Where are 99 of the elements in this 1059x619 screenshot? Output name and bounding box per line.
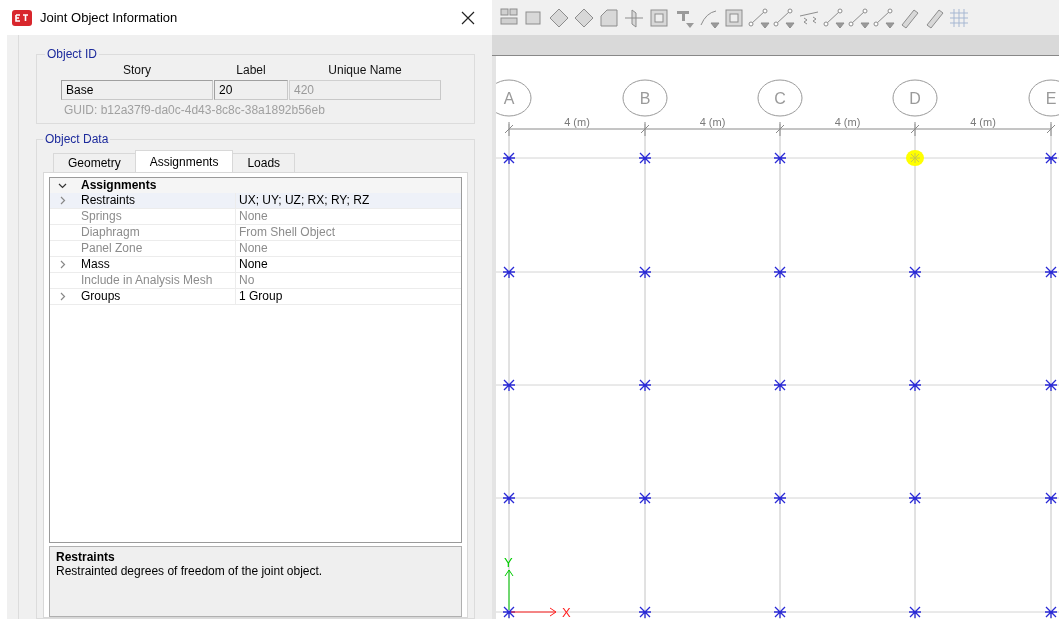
property-value: None bbox=[235, 241, 461, 256]
property-name: Diaphragm bbox=[80, 225, 141, 240]
joint-marker[interactable] bbox=[1044, 606, 1058, 619]
joint-marker[interactable] bbox=[1044, 379, 1058, 392]
x-axis-label: X bbox=[562, 605, 571, 619]
grid-label: B bbox=[639, 90, 651, 107]
tab[interactable]: Loads bbox=[232, 153, 296, 172]
joint-marker[interactable] bbox=[773, 152, 787, 165]
close-icon bbox=[461, 10, 475, 25]
tab[interactable]: Geometry bbox=[53, 153, 136, 172]
pentagon-tool-icon bbox=[598, 6, 620, 29]
app-logo-icon bbox=[12, 9, 32, 26]
column-header: Story bbox=[122, 63, 152, 77]
grid-bubble bbox=[622, 79, 668, 117]
guid-text: GUID: b12a37f9-da0c-4d43-8c8c-38a1892b56eb bbox=[64, 103, 326, 117]
property-name: Include in Analysis Mesh bbox=[80, 273, 214, 288]
expand-chevron-icon[interactable] bbox=[58, 292, 67, 301]
dimension-label: 4 (m) bbox=[699, 116, 726, 128]
toolbar-button[interactable] bbox=[848, 6, 870, 29]
joint-marker[interactable] bbox=[638, 152, 652, 165]
joint-marker[interactable] bbox=[502, 152, 516, 165]
expand-chevron-icon[interactable] bbox=[58, 260, 67, 269]
joint-marker[interactable] bbox=[1044, 152, 1058, 165]
id-field[interactable]: 20 bbox=[214, 80, 288, 100]
toolbar-button[interactable] bbox=[748, 6, 770, 29]
toolbar-button[interactable] bbox=[823, 6, 845, 29]
grid-bubble bbox=[757, 79, 803, 117]
property-name: Mass bbox=[80, 257, 111, 272]
diamond-tool-icon bbox=[573, 6, 595, 29]
description-text: Restrainted degrees of freedom of the joint object. bbox=[56, 564, 323, 578]
dimension-label: 4 (m) bbox=[970, 116, 996, 128]
joint-marker[interactable] bbox=[908, 606, 922, 619]
description-title: Restraints bbox=[56, 550, 115, 564]
group-title: Object Data bbox=[44, 132, 110, 146]
window-title: Joint Object Information bbox=[40, 10, 179, 25]
property-value: From Shell Object bbox=[235, 225, 461, 240]
selected-joint-marker[interactable] bbox=[906, 150, 924, 166]
column-header: Label bbox=[235, 63, 267, 77]
y-axis-label: Y bbox=[504, 555, 513, 570]
line-tool-icon bbox=[823, 6, 845, 29]
grid-label: D bbox=[909, 90, 921, 107]
line-tool-icon bbox=[748, 6, 770, 29]
joint-marker[interactable] bbox=[773, 379, 787, 392]
line-tool-icon bbox=[873, 6, 895, 29]
joint-marker[interactable] bbox=[773, 492, 787, 505]
joint-marker[interactable] bbox=[1044, 266, 1058, 279]
joint-marker[interactable] bbox=[773, 606, 787, 619]
plane-tool-icon bbox=[623, 6, 645, 29]
joint-marker[interactable] bbox=[773, 266, 787, 279]
property-name: Panel Zone bbox=[80, 241, 144, 256]
property-name: Restraints bbox=[80, 193, 137, 208]
grid-bubble bbox=[892, 79, 938, 117]
tab[interactable]: Assignments bbox=[134, 150, 234, 172]
toolbar-button[interactable] bbox=[573, 6, 595, 29]
line-tool-icon bbox=[773, 6, 795, 29]
grid-icon bbox=[948, 6, 970, 29]
grid-label: A bbox=[503, 90, 515, 107]
property-value: UX; UY; UZ; RX; RY; RZ bbox=[235, 193, 461, 208]
property-value: No bbox=[235, 273, 461, 288]
joint-marker[interactable] bbox=[908, 266, 922, 279]
joint-marker[interactable] bbox=[502, 379, 516, 392]
line-tool-icon bbox=[848, 6, 870, 29]
id-field[interactable]: Base bbox=[61, 80, 213, 100]
column-header: Unique Name bbox=[327, 63, 403, 77]
dimension-label: 4 (m) bbox=[834, 116, 861, 128]
property-row[interactable]: Restraints UX; UY; UZ; RX; RY; RZ bbox=[50, 193, 461, 209]
joint-marker[interactable] bbox=[908, 492, 922, 505]
property-value: 1 Group bbox=[235, 289, 461, 304]
expand-chevron-icon[interactable] bbox=[58, 196, 67, 205]
joint-marker[interactable] bbox=[638, 266, 652, 279]
toolbar-button[interactable] bbox=[773, 6, 795, 29]
toolbar-button[interactable] bbox=[873, 6, 895, 29]
joint-marker[interactable] bbox=[502, 606, 516, 619]
joint-marker[interactable] bbox=[638, 379, 652, 392]
y-axis-arrow bbox=[504, 569, 514, 611]
property-row[interactable]: Mass None bbox=[50, 257, 461, 273]
grid-bubble bbox=[496, 79, 532, 117]
property-name: Springs bbox=[80, 209, 123, 224]
joint-marker[interactable] bbox=[1044, 492, 1058, 505]
frame-tool-icon bbox=[723, 6, 745, 29]
dimension-label: 4 (m) bbox=[564, 116, 590, 128]
property-value: None bbox=[235, 257, 461, 272]
category-label: Assignments bbox=[80, 178, 158, 193]
joint-marker[interactable] bbox=[908, 379, 922, 392]
collapse-chevron-icon[interactable] bbox=[58, 181, 67, 190]
joint-marker[interactable] bbox=[638, 492, 652, 505]
joint-marker[interactable] bbox=[502, 266, 516, 279]
grid-label: C bbox=[774, 90, 786, 107]
property-name: Groups bbox=[80, 289, 122, 304]
frame-tool-icon bbox=[648, 6, 670, 29]
joint-marker[interactable] bbox=[638, 606, 652, 619]
grid-label: E bbox=[1045, 90, 1057, 107]
toolbar-button[interactable] bbox=[548, 6, 570, 29]
diamond-tool-icon bbox=[548, 6, 570, 29]
property-row[interactable]: Groups 1 Group bbox=[50, 289, 461, 305]
group-title: Object ID bbox=[46, 47, 98, 61]
x-axis-arrow bbox=[510, 607, 557, 617]
joint-marker[interactable] bbox=[502, 492, 516, 505]
property-value: None bbox=[235, 209, 461, 224]
